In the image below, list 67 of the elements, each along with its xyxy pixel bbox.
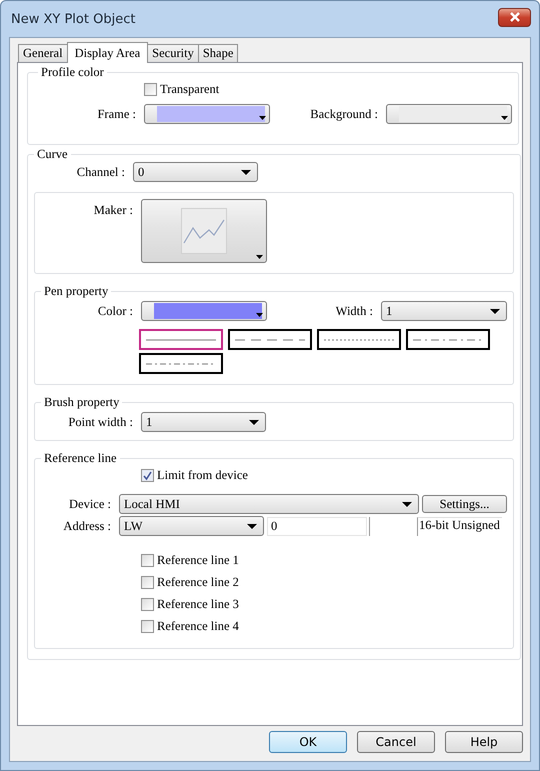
- group-title: Profile color: [40, 65, 105, 80]
- line-chart-icon: [181, 208, 227, 254]
- field-label: Color :: [96, 304, 134, 318]
- line-style-icon: [235, 338, 305, 340]
- color-dropdown[interactable]: [141, 301, 267, 321]
- field-label: Background :: [309, 106, 379, 122]
- close-icon: [508, 12, 520, 22]
- settings-button[interactable]: Settings...: [422, 495, 507, 513]
- marker-dropdown[interactable]: [141, 199, 267, 263]
- checkbox[interactable]: [141, 598, 154, 611]
- field-label: Device :: [68, 496, 112, 512]
- channel-dropdown[interactable]: 0: [133, 162, 258, 182]
- caret-icon: [256, 255, 263, 259]
- close-button[interactable]: [498, 8, 531, 26]
- color-dropdown[interactable]: [386, 104, 512, 124]
- group-title: Curve: [36, 147, 69, 162]
- line-style-icon: [146, 362, 216, 364]
- field-label: Width :: [334, 304, 374, 318]
- line-style-icon: [413, 338, 483, 340]
- line-style-option[interactable]: [317, 329, 401, 350]
- dialog-button[interactable]: Cancel: [357, 731, 435, 753]
- checkbox-label: Reference line 1: [157, 553, 239, 568]
- field-label: Frame :: [96, 106, 137, 122]
- point-width-dropdown[interactable]: 1: [141, 412, 266, 432]
- caret-icon: [247, 524, 257, 529]
- checkbox[interactable]: [141, 554, 154, 567]
- line-style-option[interactable]: [139, 353, 223, 374]
- address-field[interactable]: 0: [267, 516, 367, 536]
- group-title: Pen property: [43, 284, 110, 299]
- checkbox[interactable]: [141, 469, 154, 482]
- field-label: Maker :: [92, 202, 134, 218]
- tab[interactable]: Security: [147, 44, 199, 62]
- checkbox[interactable]: [141, 620, 154, 633]
- data-format-label: 16-bit Unsigned: [417, 516, 502, 536]
- tab[interactable]: Display Area: [66, 42, 148, 63]
- checkbox-label: Reference line 2: [157, 575, 239, 590]
- caret-icon: [259, 116, 266, 120]
- width-dropdown[interactable]: 1: [381, 301, 507, 321]
- checkbox-label: Transparent: [160, 82, 220, 97]
- field-label: Channel :: [76, 164, 126, 180]
- device-dropdown[interactable]: Local HMI: [119, 494, 419, 514]
- caret-icon: [501, 116, 508, 120]
- field-label: Address :: [62, 518, 112, 534]
- checkbox-label: Reference line 3: [157, 597, 239, 612]
- checkbox[interactable]: [141, 576, 154, 589]
- tab[interactable]: Shape: [198, 44, 238, 62]
- caret-icon: [490, 309, 500, 314]
- caret-icon: [402, 502, 412, 507]
- caret-icon: [241, 170, 251, 175]
- checkbox[interactable]: [144, 83, 157, 96]
- color-dropdown[interactable]: [144, 104, 270, 124]
- line-style-option[interactable]: [406, 329, 490, 350]
- dialog-button[interactable]: Help: [445, 731, 523, 753]
- checkbox-label: Reference line 4: [157, 619, 239, 634]
- checkbox-label: Limit from device: [157, 468, 248, 483]
- group-title: Brush property: [43, 395, 120, 410]
- group-title: Reference line: [43, 451, 118, 466]
- line-style-option[interactable]: [228, 329, 312, 350]
- caret-icon: [249, 420, 259, 425]
- caret-icon: [256, 313, 263, 317]
- window-title: New XY Plot Object: [10, 12, 136, 26]
- tab[interactable]: General: [18, 44, 68, 62]
- dialog-button[interactable]: OK: [269, 731, 347, 753]
- line-style-icon: [324, 338, 394, 340]
- line-style-icon: [146, 338, 216, 340]
- field-label: Point width :: [67, 414, 134, 430]
- address-type-dropdown[interactable]: LW: [119, 516, 264, 536]
